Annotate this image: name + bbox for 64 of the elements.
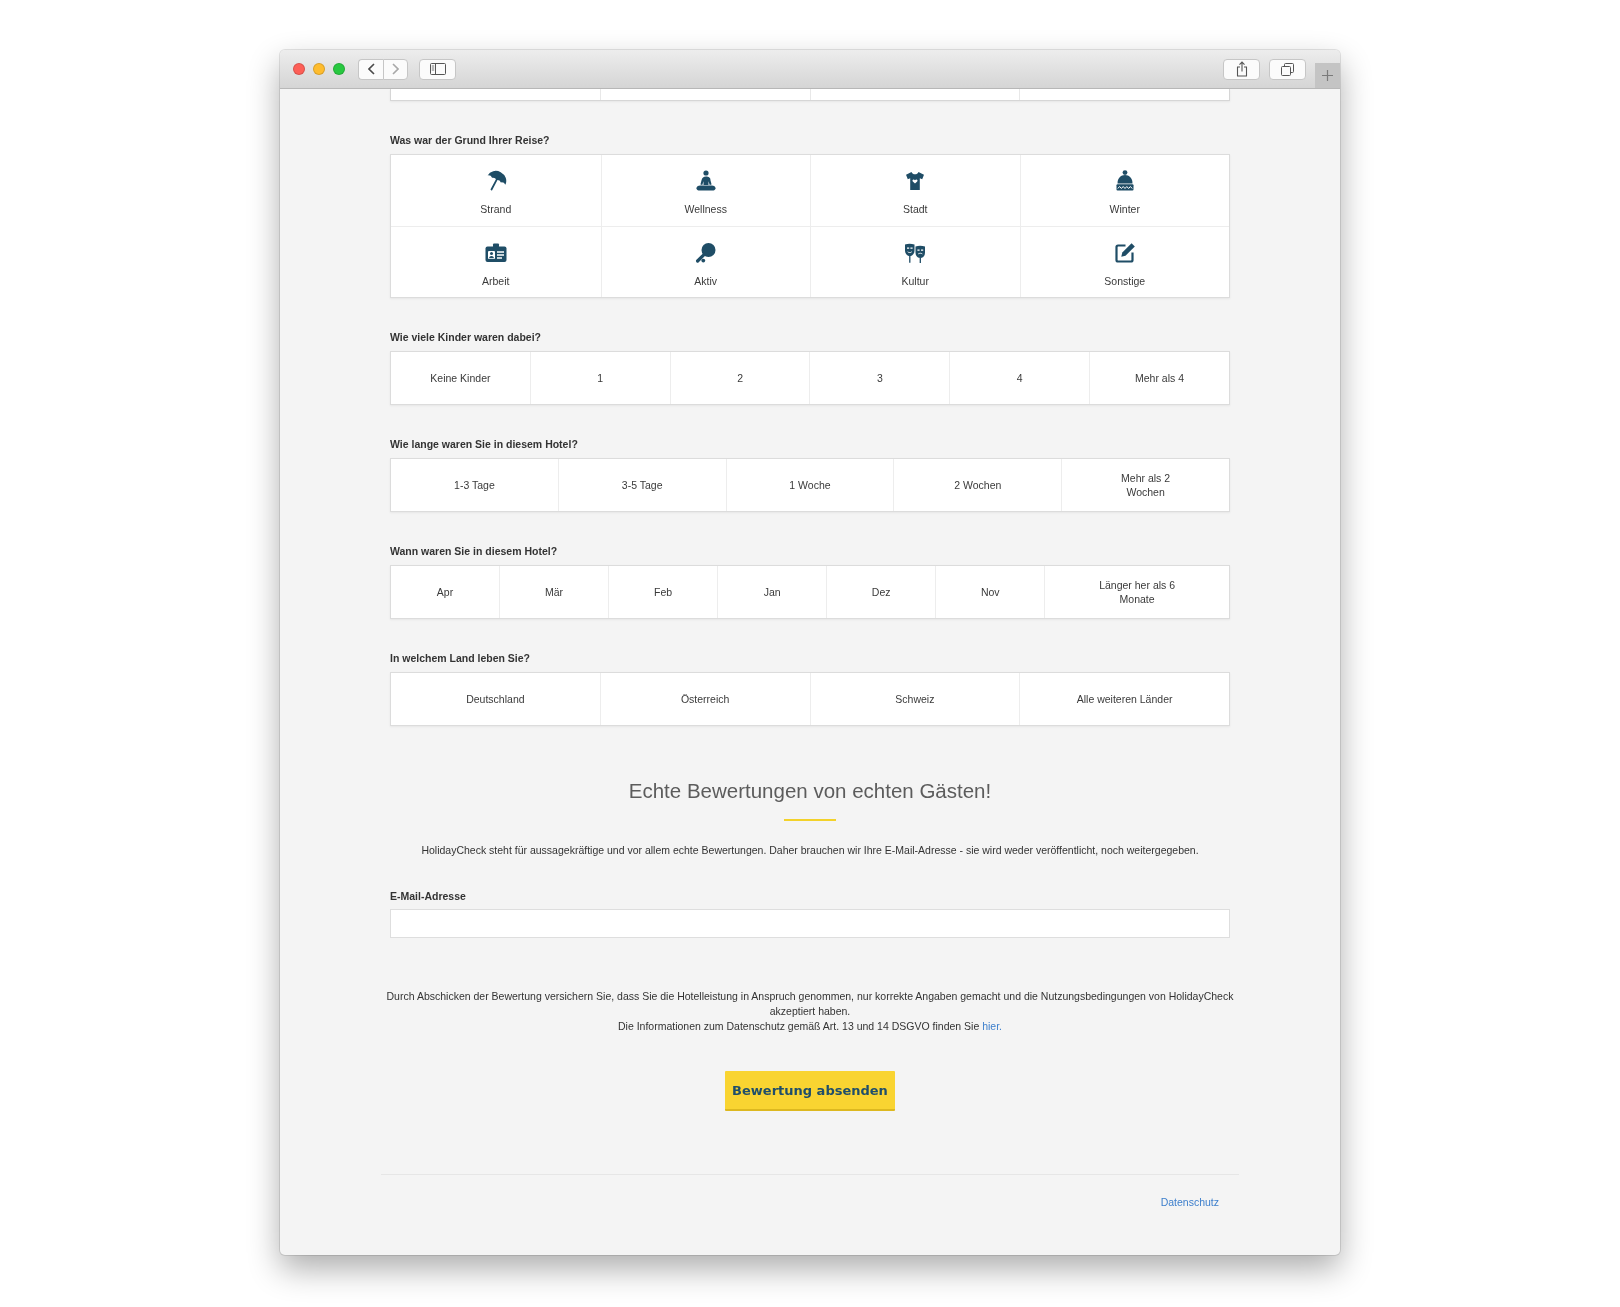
choice-button[interactable]: Kultur <box>810 226 1020 297</box>
minimize-button[interactable] <box>313 63 325 75</box>
choice-button[interactable]: Deutschland <box>391 673 600 725</box>
new-tab-button[interactable] <box>1315 63 1340 88</box>
choice-button[interactable]: Apr <box>391 566 500 618</box>
question-label: In welchem Land leben Sie? <box>390 651 532 665</box>
intro-text: HolidayCheck steht für aussagekräftige und vor allem echte Bewertungen. Daher brauchen wir Ihre E-Mail-Adresse - sie wird weder veröffentlicht, noch weitergegeben. <box>420 843 1200 858</box>
field-label: E-Mail-Adresse <box>390 889 467 903</box>
choice-button[interactable]: Mär <box>499 566 609 618</box>
choice-button[interactable]: Jan <box>717 566 827 618</box>
choice-button[interactable]: Mehr als 4 <box>1089 352 1229 404</box>
privacy-notice: Die Informationen zum Datenschutz gemäß Art. 13 und 14 DSGVO finden Sie hier. <box>616 1019 1004 1034</box>
theater-masks-icon <box>903 241 928 265</box>
choice-button[interactable]: Aktiv <box>600 226 810 297</box>
choice-button[interactable]: Mehr als 2 Wochen <box>1061 459 1229 511</box>
sidebar-button[interactable] <box>419 58 456 80</box>
tabs-button[interactable] <box>1269 58 1306 80</box>
choice-button[interactable]: Strand <box>391 155 601 226</box>
choice-button[interactable]: 4 <box>949 352 1090 404</box>
chevron-left-icon <box>367 63 375 75</box>
privacy-link[interactable]: hier. <box>982 1020 1003 1032</box>
choice-button[interactable]: Feb <box>608 566 718 618</box>
share-icon <box>1235 61 1248 77</box>
choice-button[interactable]: Winter <box>1019 155 1229 226</box>
email-field[interactable] <box>390 909 1230 938</box>
sidebar-icon <box>429 63 446 75</box>
back-button[interactable] <box>358 58 383 80</box>
choice-button[interactable]: Länger her als 6 Monate <box>1044 566 1229 618</box>
maximize-button[interactable] <box>333 63 345 75</box>
section-title: Echte Bewertungen von echten Gästen! <box>627 779 993 803</box>
choice-button[interactable]: Dez <box>826 566 936 618</box>
choice-button[interactable]: 1-3 Tage <box>391 459 558 511</box>
forward-button[interactable] <box>383 58 408 80</box>
choice-button[interactable]: Keine Kinder <box>391 352 530 404</box>
question-label: Wann waren Sie in diesem Hotel? <box>390 544 559 558</box>
choice-button[interactable]: 3-5 Tage <box>557 459 726 511</box>
choice-button[interactable]: Österreich <box>599 673 810 725</box>
plus-icon <box>1322 70 1333 81</box>
disclaimer-text: Durch Abschicken der Bewertung versichern Sie, dass Sie die Hotelleistung in Anspruch genommen, nur korrekte Angaben gemacht und die Nutzungsbedingungen von HolidayCheck akzeptiert haben. <box>385 989 1235 1019</box>
footer-link[interactable]: Datenschutz <box>1160 1195 1219 1209</box>
choice-button[interactable]: 1 <box>529 352 670 404</box>
choice-button[interactable]: 3 <box>809 352 950 404</box>
question-label: Wie lange waren Sie in diesem Hotel? <box>390 437 579 451</box>
choice-button[interactable]: 1 Woche <box>725 459 894 511</box>
choice-button[interactable]: Arbeit <box>391 226 601 297</box>
choice-button[interactable]: Nov <box>935 566 1045 618</box>
choice-button[interactable]: Schweiz <box>809 673 1020 725</box>
id-card-icon <box>483 241 508 265</box>
close-button[interactable] <box>293 63 305 75</box>
ping-pong-paddle-icon <box>693 241 718 265</box>
question-label: Was war der Grund Ihrer Reise? <box>390 133 551 147</box>
choice-button[interactable]: Wellness <box>600 155 810 226</box>
choice-button[interactable]: 2 Wochen <box>893 459 1062 511</box>
accent-line <box>784 819 836 821</box>
chevron-right-icon <box>392 63 399 75</box>
question-label: Wie viele Kinder waren dabei? <box>390 330 543 344</box>
choice-button[interactable]: Alle weiteren Länder <box>1019 673 1229 725</box>
share-button[interactable] <box>1223 58 1260 80</box>
tabs-icon <box>1281 62 1294 76</box>
choice-button[interactable]: Sonstige <box>1019 226 1229 297</box>
submit-button[interactable]: Bewertung absenden <box>725 1071 895 1111</box>
choice-button[interactable]: Stadt <box>810 155 1020 226</box>
edit-icon <box>1112 241 1137 265</box>
choice-button[interactable]: 2 <box>669 352 810 404</box>
